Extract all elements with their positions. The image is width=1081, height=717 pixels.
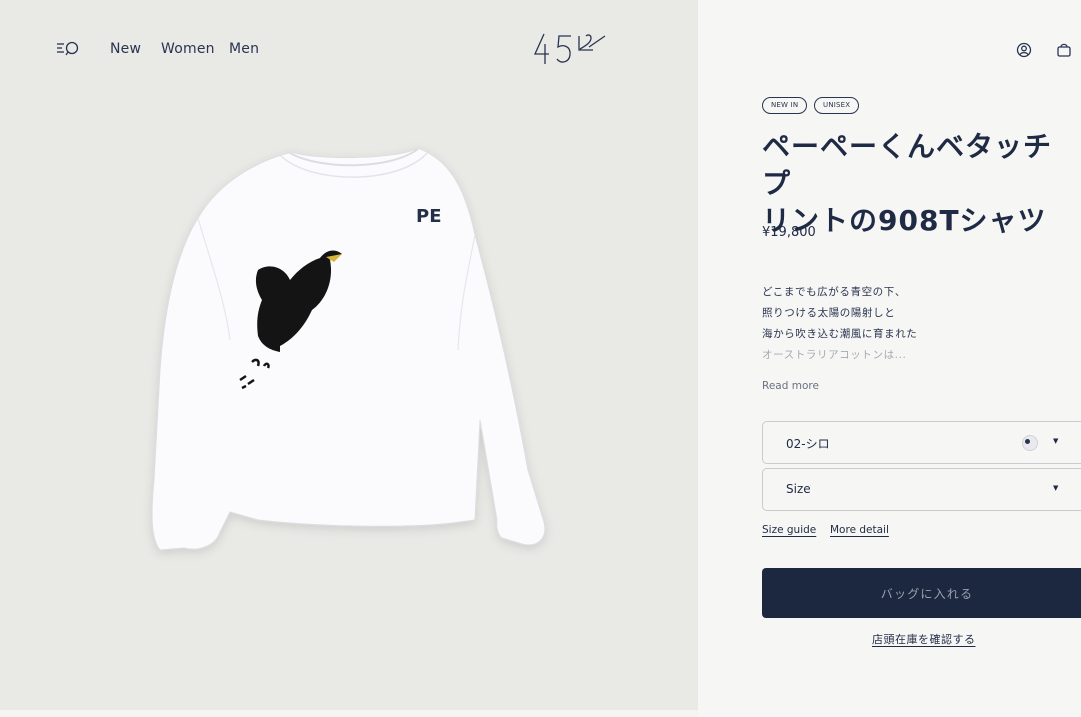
nav-women[interactable]: Women — [161, 41, 215, 57]
read-more-link[interactable]: Read more — [762, 380, 819, 392]
shopping-bag-icon[interactable] — [1056, 42, 1072, 58]
size-select[interactable]: Size ▼ — [762, 468, 1081, 511]
badge-unisex: UNISEX — [814, 97, 860, 114]
description-line: 海から吹き込む潮風に育まれた — [762, 328, 918, 340]
chevron-down-icon: ▼ — [1053, 484, 1059, 492]
description-line: 照りつける太陽の陽射しと — [762, 307, 896, 319]
add-to-bag-button[interactable]: バッグに入れる — [762, 568, 1081, 618]
product-image[interactable]: PE — [130, 140, 570, 570]
size-select-value: Size — [786, 482, 811, 496]
menu-search-icon[interactable] — [56, 40, 82, 58]
more-detail-link[interactable]: More detail — [830, 524, 889, 536]
badge-new-in: NEW IN — [762, 97, 808, 114]
size-guide-link[interactable]: Size guide — [762, 524, 816, 536]
description-line: どこまでも広がる青空の下、 — [762, 286, 906, 298]
nav-new[interactable]: New — [110, 41, 141, 57]
user-icon[interactable] — [1016, 42, 1032, 58]
store-stock-link[interactable]: 店頭在庫を確認する — [872, 631, 976, 647]
product-title: ペーペーくんベタッチプ リントの908Tシャツ — [762, 128, 1080, 239]
brand-logo[interactable] — [533, 30, 607, 70]
tshirt-body — [151, 147, 546, 551]
color-select[interactable]: 02-シロ ▼ — [762, 421, 1081, 464]
description-line-faded: オーストラリアコットンは... — [762, 349, 907, 361]
nav-men[interactable]: Men — [229, 41, 259, 57]
tshirt-print-text: PE — [416, 206, 442, 227]
color-swatch-icon — [1022, 435, 1038, 451]
product-price: ¥19,800 — [762, 225, 816, 240]
color-select-value: 02-シロ — [786, 437, 830, 451]
chevron-down-icon: ▼ — [1053, 437, 1059, 445]
product-title-line1: ペーペーくんベタッチプ — [762, 130, 1053, 200]
